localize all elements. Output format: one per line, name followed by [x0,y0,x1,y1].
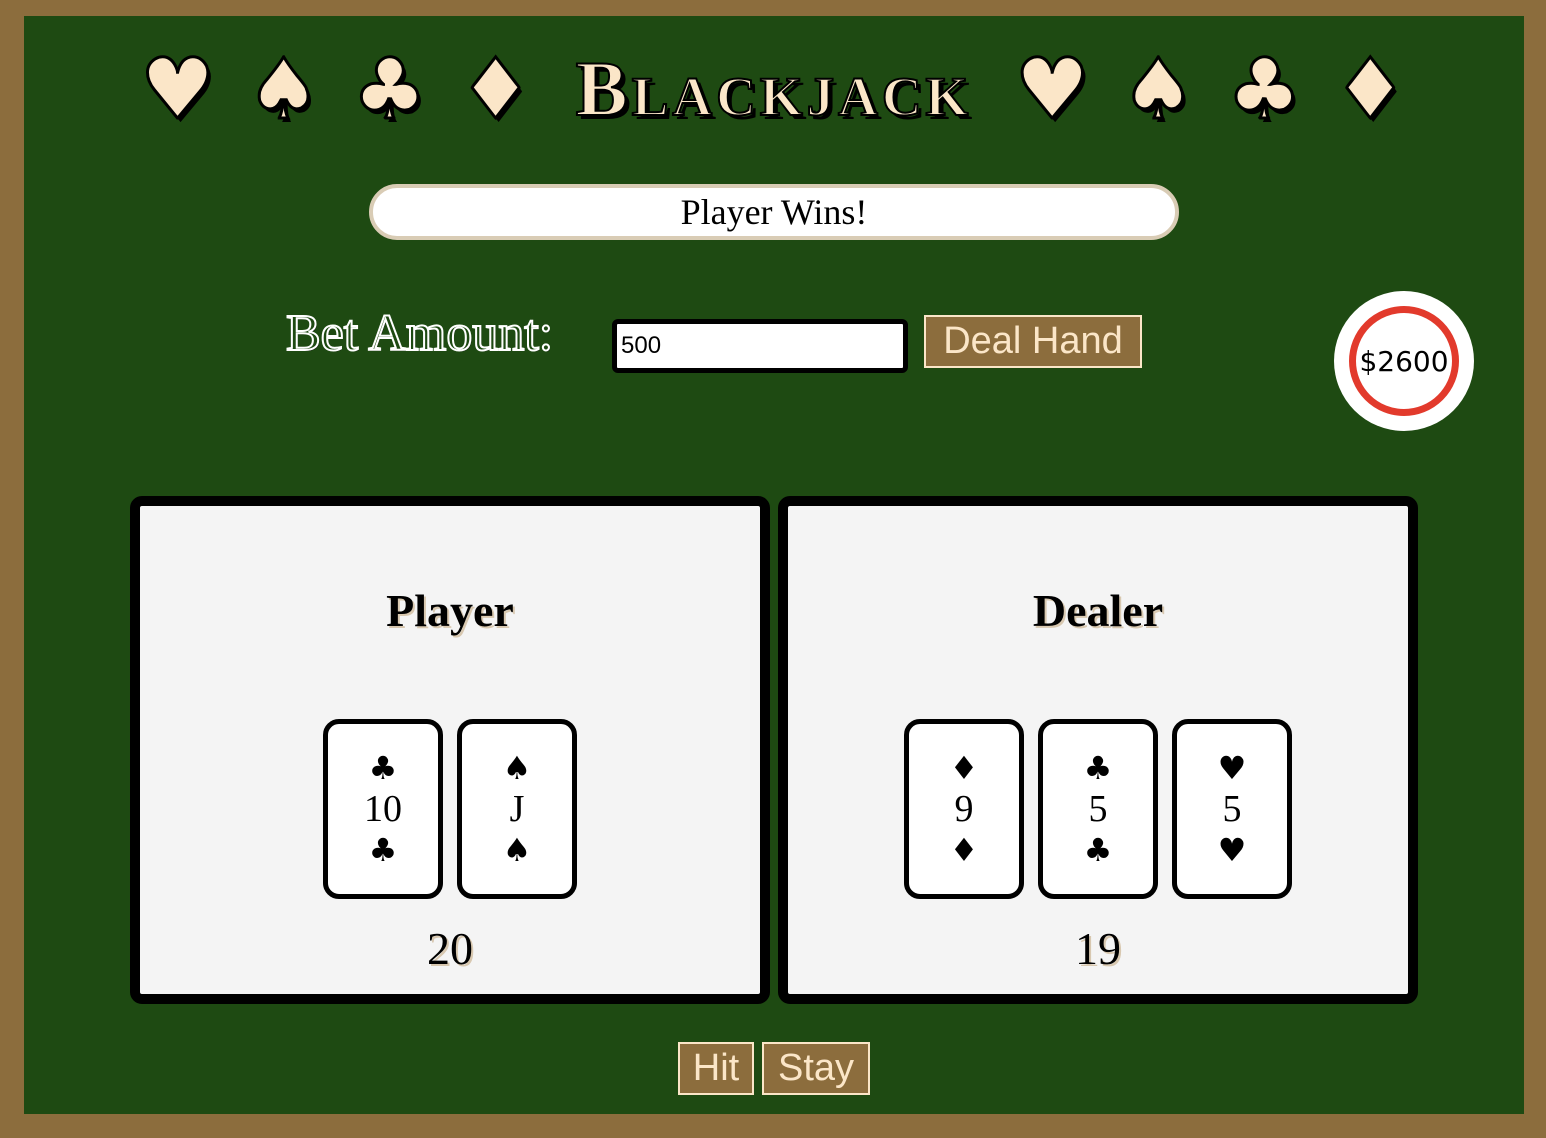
diamond-icon: ♦ [1331,40,1409,138]
playing-card: ♣ 5 ♣ [1038,719,1158,899]
diamond-icon: ♦ [457,40,535,138]
diamond-icon: ♦ [949,749,979,787]
game-table: ♥ ♠ ♣ ♦ Blackjack ♥ ♠ ♣ ♦ Player Wins! B… [24,16,1524,1114]
diamond-icon: ♦ [949,831,979,869]
club-icon: ♣ [1225,40,1303,138]
club-icon: ♣ [368,749,398,787]
dealer-title: Dealer [1032,585,1164,636]
dealer-cards: ♦ 9 ♦ ♣ 5 ♣ ♥ 5 ♥ [788,719,1408,899]
heart-icon: ♥ [139,40,217,138]
spade-icon: ♠ [1119,40,1197,138]
club-icon: ♣ [368,831,398,869]
bank-balance: $2600 [1349,306,1459,416]
heart-icon: ♥ [1217,749,1247,787]
bank-chip: $2600 [1334,291,1474,431]
dealer-score: 19 [1075,923,1121,974]
card-rank: J [509,788,525,830]
header: ♥ ♠ ♣ ♦ Blackjack ♥ ♠ ♣ ♦ [24,40,1524,138]
club-icon: ♣ [351,40,429,138]
playing-card: ♦ 9 ♦ [904,719,1024,899]
playing-card: ♣ 10 ♣ [323,719,443,899]
heart-icon: ♥ [1013,40,1091,138]
status-message: Player Wins! [369,184,1179,240]
card-rank: 5 [1222,788,1242,830]
page-title: Blackjack [575,45,973,132]
spade-icon: ♠ [502,831,532,869]
card-rank: 10 [364,788,402,830]
club-icon: ♣ [1083,749,1113,787]
dealer-panel: Dealer ♦ 9 ♦ ♣ 5 ♣ ♥ 5 ♥ 19 [778,496,1418,1004]
playing-card: ♥ 5 ♥ [1172,719,1292,899]
player-title: Player [386,585,514,636]
heart-icon: ♥ [1217,831,1247,869]
spade-icon: ♠ [502,749,532,787]
card-rank: 5 [1088,788,1108,830]
deal-hand-button[interactable]: Deal Hand [924,315,1142,368]
player-panel: Player ♣ 10 ♣ ♠ J ♠ 20 [130,496,770,1004]
stay-button[interactable]: Stay [762,1042,870,1095]
bet-amount-input[interactable] [612,319,908,373]
player-cards: ♣ 10 ♣ ♠ J ♠ [140,719,760,899]
hit-button[interactable]: Hit [678,1042,754,1095]
player-score: 20 [427,923,473,974]
club-icon: ♣ [1083,831,1113,869]
card-rank: 9 [954,788,974,830]
spade-icon: ♠ [245,40,323,138]
playing-card: ♠ J ♠ [457,719,577,899]
bet-amount-label: Bet Amount: [285,305,554,362]
